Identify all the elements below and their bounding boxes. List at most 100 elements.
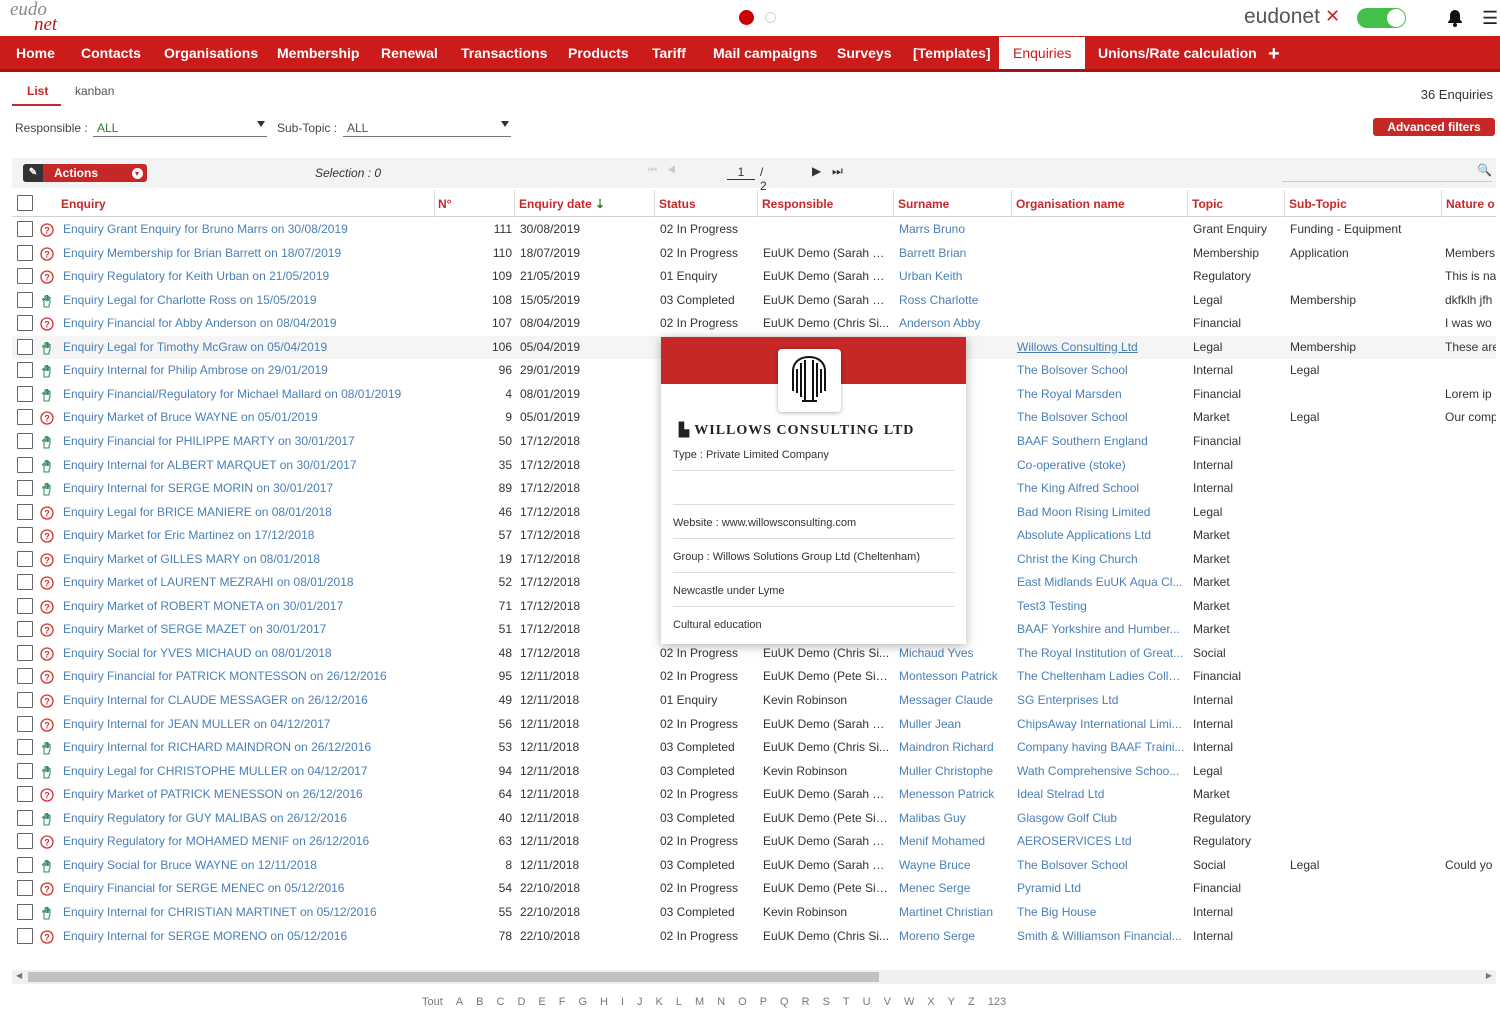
alphabet-letter[interactable]: S [823, 996, 830, 1008]
enquiry-title[interactable]: Enquiry Market for Eric Martinez on 17/1… [63, 524, 428, 547]
table-row[interactable]: ? Enquiry Market of PATRICK MENESSON on 2… [12, 783, 1496, 807]
alphabet-letter[interactable]: Y [948, 996, 955, 1008]
row-checkbox[interactable] [17, 550, 33, 567]
scroll-left-icon[interactable]: ◀ [16, 971, 22, 980]
nav-transactions[interactable]: Transactions [461, 36, 547, 69]
alphabet-letter[interactable]: A [456, 996, 463, 1008]
hamburger-menu-icon[interactable]: ☰ [1482, 8, 1498, 29]
surname-link[interactable]: Muller Christophe [899, 760, 1009, 783]
row-checkbox[interactable] [17, 739, 33, 756]
organisation-link[interactable]: ChipsAway International Limi... [1017, 713, 1185, 736]
nav-tariff[interactable]: Tariff [652, 36, 686, 69]
table-row[interactable]: ? Enquiry Internal for JEAN MULLER on 04/… [12, 713, 1496, 737]
column-subtopic[interactable]: Sub-Topic [1285, 190, 1442, 217]
nav-home[interactable]: Home [16, 36, 55, 69]
organisation-link[interactable]: The Royal Institution of Great... [1017, 642, 1185, 665]
tab-list[interactable]: List [27, 84, 48, 98]
row-checkbox[interactable] [17, 715, 33, 732]
table-row[interactable]: Enquiry Internal for CHRISTIAN MARTINET … [12, 901, 1496, 925]
row-checkbox[interactable] [17, 621, 33, 638]
surname-link[interactable]: Michaud Yves [899, 642, 1009, 665]
enquiry-title[interactable]: Enquiry Internal for ALBERT MARQUET on 3… [63, 454, 428, 477]
organisation-link[interactable]: Co-operative (stoke) [1017, 454, 1185, 477]
column-enquiry[interactable]: Enquiry [57, 190, 435, 217]
enquiry-title[interactable]: Enquiry Internal for SERGE MORENO on 05/… [63, 925, 428, 948]
enquiry-title[interactable]: Enquiry Internal for SERGE MORIN on 30/0… [63, 477, 428, 500]
table-row[interactable]: Enquiry Legal for CHRISTOPHE MULLER on 0… [12, 760, 1496, 784]
enquiry-title[interactable]: Enquiry Financial for PATRICK MONTESSON … [63, 665, 428, 688]
organisation-link[interactable]: Ideal Stelrad Ltd [1017, 783, 1185, 806]
organisation-link[interactable]: The Cheltenham Ladies Colle... [1017, 665, 1185, 688]
row-checkbox[interactable] [17, 809, 33, 826]
enquiry-title[interactable]: Enquiry Legal for Charlotte Ross on 15/0… [63, 289, 428, 312]
advanced-filters-button[interactable]: Advanced filters [1373, 118, 1495, 136]
organisation-link[interactable]: Willows Consulting Ltd [1017, 336, 1185, 359]
enquiry-title[interactable]: Enquiry Regulatory for GUY MALIBAS on 26… [63, 807, 428, 830]
organisation-link[interactable]: The Bolsover School [1017, 854, 1185, 877]
nav-contacts[interactable]: Contacts [81, 36, 141, 69]
row-checkbox[interactable] [17, 833, 33, 850]
search-input[interactable]: 🔍 [1282, 162, 1492, 182]
alphabet-letter[interactable]: T [843, 996, 850, 1008]
row-checkbox[interactable] [17, 597, 33, 614]
alphabet-letter[interactable]: E [538, 996, 545, 1008]
record-indicator-dot[interactable] [739, 10, 754, 25]
row-checkbox[interactable] [17, 221, 33, 237]
organisation-link[interactable]: The Royal Marsden [1017, 383, 1185, 406]
enquiry-title[interactable]: Enquiry Legal for BRICE MANIERE on 08/01… [63, 501, 428, 524]
bell-icon[interactable] [1445, 8, 1465, 28]
enquiry-title[interactable]: Enquiry Internal for RICHARD MAINDRON on… [63, 736, 428, 759]
page-number-input[interactable]: 1 [727, 165, 755, 180]
enquiry-title[interactable]: Enquiry Grant Enquiry for Bruno Marrs on… [63, 218, 428, 241]
column-responsible[interactable]: Responsible [758, 190, 894, 217]
alphabet-letter[interactable]: N [717, 996, 725, 1008]
surname-link[interactable]: Barrett Brian [899, 242, 1009, 265]
enquiry-title[interactable]: Enquiry Legal for Timothy McGraw on 05/0… [63, 336, 428, 359]
enquiry-title[interactable]: Enquiry Internal for CHRISTIAN MARTINET … [63, 901, 428, 924]
nav-surveys[interactable]: Surveys [837, 36, 891, 69]
row-checkbox[interactable] [17, 432, 33, 449]
enquiry-title[interactable]: Enquiry Financial/Regulatory for Michael… [63, 383, 428, 406]
surname-link[interactable]: Menec Serge [899, 877, 1009, 900]
row-checkbox[interactable] [17, 574, 33, 591]
actions-button[interactable]: ✎ Actions [23, 164, 147, 182]
enquiry-title[interactable]: Enquiry Financial for PHILIPPE MARTY on … [63, 430, 428, 453]
row-checkbox[interactable] [17, 480, 33, 497]
row-checkbox[interactable] [17, 692, 33, 708]
enquiry-title[interactable]: Enquiry Financial for Abby Anderson on 0… [63, 312, 428, 335]
organisation-link[interactable]: SG Enterprises Ltd [1017, 689, 1185, 712]
organisation-link[interactable]: Test3 Testing [1017, 595, 1185, 618]
alphabet-letter[interactable]: Z [968, 996, 975, 1008]
table-row[interactable]: ? Enquiry Internal for SERGE MORENO on 05… [12, 925, 1496, 949]
row-checkbox[interactable] [17, 456, 33, 473]
row-checkbox[interactable] [17, 315, 33, 332]
nav-templates[interactable]: [Templates] [913, 36, 991, 69]
surname-link[interactable]: Urban Keith [899, 265, 1009, 288]
row-checkbox[interactable] [17, 927, 33, 944]
alphabet-letter[interactable]: Tout [422, 996, 443, 1008]
organisation-link[interactable]: Absolute Applications Ltd [1017, 524, 1185, 547]
enquiry-title[interactable]: Enquiry Membership for Brian Barrett on … [63, 242, 428, 265]
row-checkbox[interactable] [17, 644, 33, 661]
sort-descending-icon[interactable]: ⇣ [595, 197, 605, 211]
column-number[interactable]: N° [434, 190, 515, 217]
tab-kanban[interactable]: kanban [75, 84, 114, 98]
column-organisation-name[interactable]: Organisation name [1012, 190, 1188, 217]
column-surname[interactable]: Surname [894, 190, 1012, 217]
table-row[interactable]: ? Enquiry Membership for Brian Barrett on… [12, 242, 1496, 266]
organisation-link[interactable]: The Bolsover School [1017, 359, 1185, 382]
nav-organisations[interactable]: Organisations [164, 36, 258, 69]
column-nature[interactable]: Nature o [1442, 190, 1496, 217]
enquiry-title[interactable]: Enquiry Internal for CLAUDE MESSAGER on … [63, 689, 428, 712]
alphabet-letter[interactable]: 123 [988, 996, 1006, 1008]
alphabet-letter[interactable]: D [517, 996, 525, 1008]
surname-link[interactable]: Muller Jean [899, 713, 1009, 736]
inactive-indicator-dot[interactable] [765, 12, 776, 23]
surname-link[interactable]: Menesson Patrick [899, 783, 1009, 806]
table-row[interactable]: Enquiry Legal for Charlotte Ross on 15/0… [12, 289, 1496, 313]
organisation-link[interactable]: Wath Comprehensive Schoo... [1017, 760, 1185, 783]
table-row[interactable]: ? Enquiry Social for YVES MICHAUD on 08/0… [12, 642, 1496, 666]
table-row[interactable]: ? Enquiry Grant Enquiry for Bruno Marrs o… [12, 218, 1496, 242]
row-checkbox[interactable] [17, 244, 33, 261]
enquiry-title[interactable]: Enquiry Legal for CHRISTOPHE MULLER on 0… [63, 760, 428, 783]
